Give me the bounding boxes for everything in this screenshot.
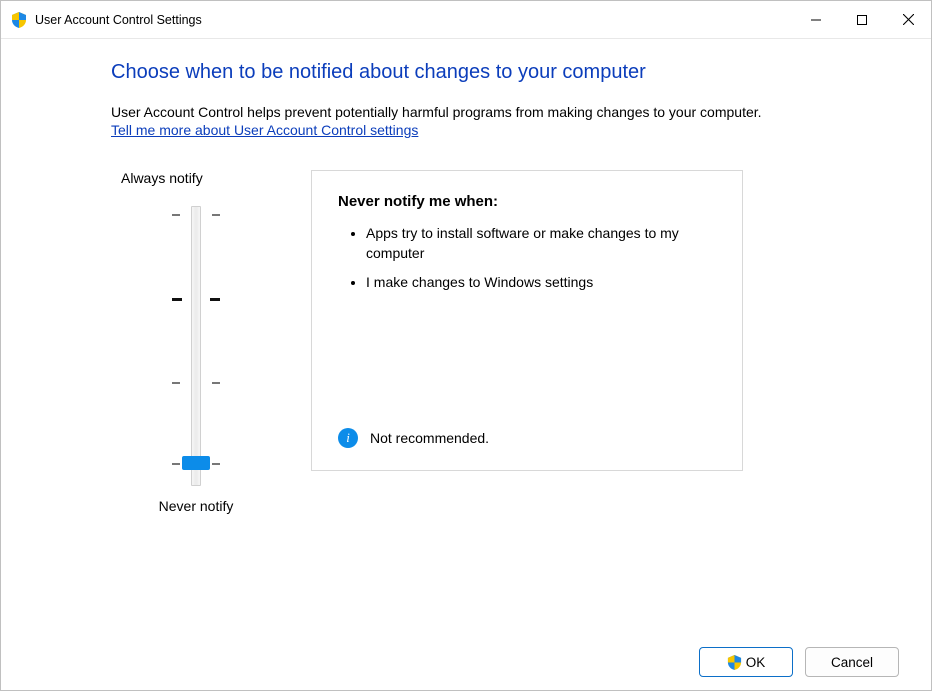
- slider-tick: [172, 214, 180, 216]
- slider-tick: [210, 298, 220, 301]
- panel-heading: Never notify me when:: [338, 193, 716, 210]
- page-description: User Account Control helps prevent poten…: [111, 104, 881, 120]
- cancel-button[interactable]: Cancel: [805, 647, 899, 677]
- ok-button[interactable]: OK: [699, 647, 793, 677]
- info-icon: i: [338, 428, 358, 448]
- slider-top-label: Always notify: [111, 170, 203, 186]
- minimize-button[interactable]: [793, 1, 839, 38]
- notification-detail-panel: Never notify me when: Apps try to instal…: [311, 170, 743, 471]
- slider-track: [191, 206, 201, 486]
- panel-bullet: I make changes to Windows settings: [366, 273, 716, 293]
- slider-tick: [172, 382, 180, 384]
- panel-bullet-list: Apps try to install software or make cha…: [338, 224, 716, 293]
- shield-icon: [727, 655, 742, 670]
- uac-settings-window: User Account Control Settings Choose whe…: [0, 0, 932, 691]
- panel-bullet: Apps try to install software or make cha…: [366, 224, 716, 263]
- window-title: User Account Control Settings: [35, 13, 202, 27]
- page-heading: Choose when to be notified about changes…: [111, 61, 881, 84]
- cancel-button-label: Cancel: [831, 655, 873, 670]
- maximize-button[interactable]: [839, 1, 885, 38]
- slider-tick: [212, 463, 220, 465]
- slider-tick: [212, 382, 220, 384]
- slider-thumb[interactable]: [182, 456, 210, 470]
- status-text: Not recommended.: [370, 430, 489, 446]
- close-button[interactable]: [885, 1, 931, 38]
- content-area: Choose when to be notified about changes…: [1, 39, 931, 634]
- help-link[interactable]: Tell me more about User Account Control …: [111, 122, 418, 138]
- slider-tick: [212, 214, 220, 216]
- window-controls: [793, 1, 931, 38]
- slider-tick: [172, 298, 182, 301]
- slider-bottom-label: Never notify: [159, 498, 234, 514]
- titlebar: User Account Control Settings: [1, 1, 931, 39]
- ok-button-label: OK: [746, 655, 766, 670]
- slider-column: Always notify Never notify: [111, 170, 281, 514]
- notification-level-slider[interactable]: [166, 206, 226, 486]
- middle-section: Always notify Never notify Never n: [111, 170, 881, 514]
- slider-tick: [172, 463, 180, 465]
- status-row: i Not recommended.: [338, 428, 489, 448]
- shield-icon: [11, 12, 27, 28]
- footer: OK Cancel: [1, 634, 931, 690]
